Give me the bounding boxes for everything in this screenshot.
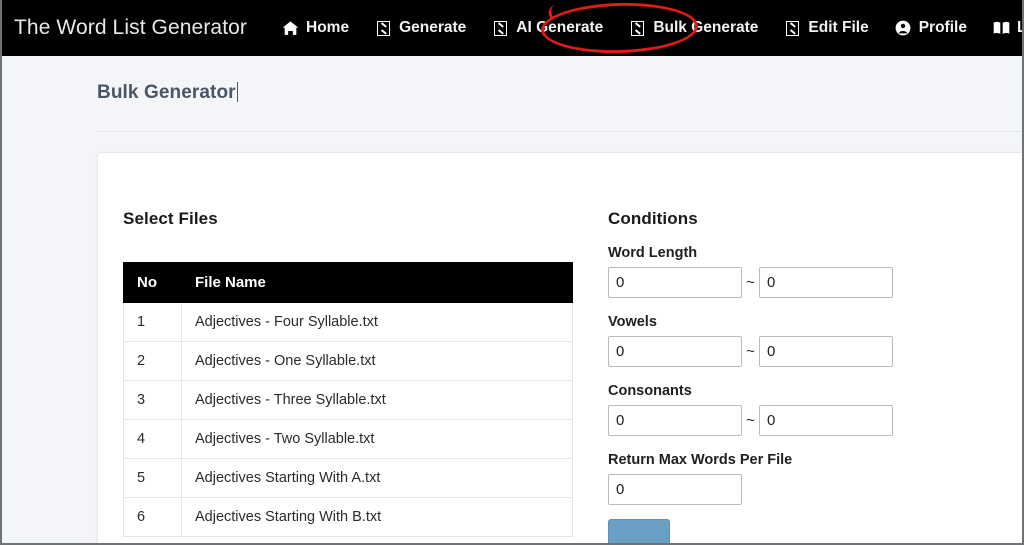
- file-table-head: No File Name: [123, 262, 573, 303]
- profile-icon: [895, 20, 912, 37]
- max-words-input[interactable]: [608, 474, 742, 505]
- row-number: 4: [123, 419, 182, 459]
- range-separator: ~: [746, 412, 755, 429]
- nav-item-profile[interactable]: Profile: [882, 13, 980, 43]
- edit-file-icon: [784, 20, 801, 37]
- vowels-label: Vowels: [608, 314, 657, 330]
- nav-item-generate[interactable]: Generate: [362, 13, 479, 43]
- max-words-label: Return Max Words Per File: [608, 452, 793, 468]
- nav-item-profile-label: Profile: [918, 19, 967, 36]
- page-title: Bulk Generator: [97, 82, 239, 104]
- ai-generate-icon: [492, 20, 509, 37]
- row-number: 5: [123, 458, 182, 498]
- select-files-heading: Select Files: [123, 209, 218, 228]
- row-number: 6: [123, 497, 182, 537]
- row-file-name: Adjectives - Two Syllable.txt: [181, 419, 573, 459]
- max-words-row: [608, 474, 988, 505]
- nav-item-home-label: Home: [306, 19, 350, 36]
- window-border-left: [0, 0, 2, 545]
- column-header-no: No: [123, 262, 182, 303]
- nav-item-edit-file[interactable]: Edit File: [771, 13, 881, 43]
- file-table[interactable]: No File Name 1 Adjectives - Four Syllabl…: [123, 262, 573, 537]
- app-window: The Word List Generator Home Generate AI…: [0, 0, 1024, 545]
- vowels-max-input[interactable]: [759, 336, 893, 367]
- home-icon: [282, 20, 299, 37]
- title-divider: [97, 131, 1024, 132]
- word-length-min-input[interactable]: [608, 267, 742, 298]
- page-body: Bulk Generator Select Files No File Name: [0, 56, 1024, 545]
- table-row[interactable]: 5 Adjectives Starting With A.txt: [123, 458, 573, 498]
- table-row[interactable]: 1 Adjectives - Four Syllable.txt: [123, 302, 573, 342]
- nav-item-generate-label: Generate: [399, 19, 467, 36]
- table-row[interactable]: 6 Adjectives Starting With B.txt: [123, 497, 573, 537]
- row-number: 3: [123, 380, 182, 420]
- word-length-row: ~: [608, 267, 988, 298]
- table-row[interactable]: 3 Adjectives - Three Syllable.txt: [123, 380, 573, 420]
- consonants-row: ~: [608, 405, 988, 436]
- app-brand-title: The Word List Generator: [14, 16, 248, 39]
- conditions-panel: Conditions Word Length ~ Vowels ~ Conson…: [608, 153, 988, 545]
- page-title-text: Bulk Generator: [97, 82, 236, 103]
- nav-item-bulk-generate[interactable]: Bulk Generate: [616, 13, 771, 43]
- nav-items: Home Generate AI Generate Bulk Generate …: [269, 13, 1024, 43]
- consonants-max-input[interactable]: [759, 405, 893, 436]
- row-file-name: Adjectives - Three Syllable.txt: [181, 380, 573, 420]
- table-row[interactable]: 2 Adjectives - One Syllable.txt: [123, 341, 573, 381]
- nav-item-license[interactable]: License: [980, 13, 1024, 43]
- file-table-header-row: No File Name: [123, 262, 573, 303]
- submit-button[interactable]: [608, 519, 670, 545]
- license-book-icon: [993, 20, 1010, 37]
- nav-item-ai-generate-label: AI Generate: [516, 19, 604, 36]
- word-length-label: Word Length: [608, 245, 698, 261]
- nav-item-ai-generate[interactable]: AI Generate: [479, 13, 616, 43]
- select-files-panel: Select Files No File Name 1 Adjectives -: [123, 153, 603, 537]
- content-card: Select Files No File Name 1 Adjectives -: [97, 152, 1024, 545]
- nav-item-home[interactable]: Home: [269, 13, 362, 43]
- word-length-max-input[interactable]: [759, 267, 893, 298]
- generate-icon: [375, 20, 392, 37]
- row-number: 1: [123, 302, 182, 342]
- range-separator: ~: [746, 274, 755, 291]
- consonants-min-input[interactable]: [608, 405, 742, 436]
- bulk-generate-icon: [629, 20, 646, 37]
- row-file-name: Adjectives - One Syllable.txt: [181, 341, 573, 381]
- row-file-name: Adjectives Starting With B.txt: [181, 497, 573, 537]
- nav-item-edit-file-label: Edit File: [808, 19, 869, 36]
- nav-item-bulk-generate-label: Bulk Generate: [653, 19, 759, 36]
- top-navbar: The Word List Generator Home Generate AI…: [0, 0, 1024, 56]
- row-number: 2: [123, 341, 182, 381]
- vowels-row: ~: [608, 336, 988, 367]
- file-table-body: 1 Adjectives - Four Syllable.txt 2 Adjec…: [123, 302, 573, 537]
- conditions-heading: Conditions: [608, 209, 698, 228]
- consonants-label: Consonants: [608, 383, 692, 399]
- table-row[interactable]: 4 Adjectives - Two Syllable.txt: [123, 419, 573, 459]
- column-header-file-name: File Name: [181, 262, 573, 303]
- row-file-name: Adjectives Starting With A.txt: [181, 458, 573, 498]
- text-caret: [236, 82, 239, 102]
- range-separator: ~: [746, 343, 755, 360]
- vowels-min-input[interactable]: [608, 336, 742, 367]
- row-file-name: Adjectives - Four Syllable.txt: [181, 302, 573, 342]
